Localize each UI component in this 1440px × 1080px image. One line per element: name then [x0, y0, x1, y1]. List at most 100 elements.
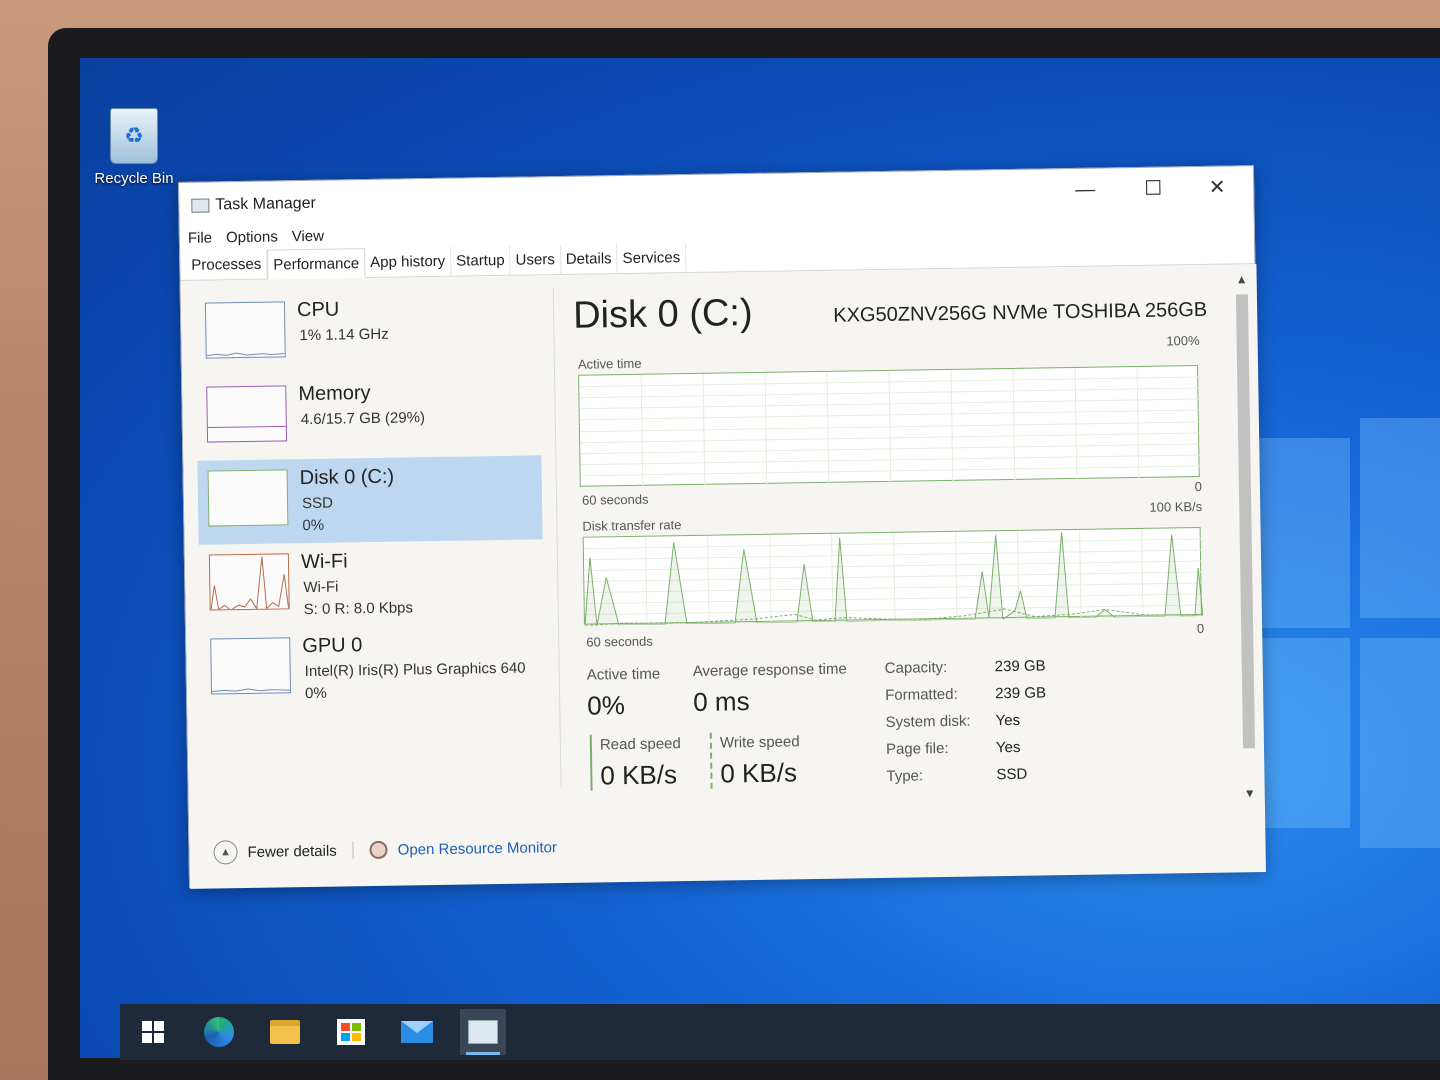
sidebar-item-cpu[interactable]: CPU 1% 1.14 GHz [195, 287, 540, 376]
menu-view[interactable]: View [292, 227, 325, 245]
taskbar [120, 1004, 1440, 1060]
menu-options[interactable]: Options [226, 228, 278, 246]
recycle-bin-label: Recycle Bin [94, 170, 174, 187]
transfer-graph-label: Disk transfer rate [582, 517, 682, 534]
tab-performance[interactable]: Performance [267, 248, 366, 280]
close-button[interactable]: ✕ [1189, 172, 1245, 203]
mail-icon [401, 1021, 433, 1043]
system-disk-label: System disk: [885, 712, 971, 731]
active-time-graph [578, 365, 1201, 487]
cpu-thumbnail-graph [204, 301, 286, 359]
scroll-up-icon[interactable]: ▲ [1233, 272, 1251, 286]
store-button[interactable] [328, 1009, 374, 1055]
sidebar-item-detail: Wi-Fi [303, 578, 339, 597]
write-speed-label: Write speed [719, 733, 800, 752]
scrollbar-thumb[interactable] [1235, 294, 1256, 749]
type-value: SSD [996, 765, 1028, 784]
chevron-up-icon[interactable]: ▲ [213, 840, 238, 865]
read-speed-divider [589, 734, 593, 791]
file-explorer-icon [270, 1020, 300, 1044]
page-file-label: Page file: [885, 739, 949, 758]
transfer-graph-max: 100 KB/s [1149, 498, 1203, 515]
tab-startup[interactable]: Startup [451, 245, 511, 276]
active-time-graph-max: 100% [1166, 332, 1200, 349]
avg-response-value: 0 ms [692, 686, 750, 717]
active-time-graph-span: 60 seconds [581, 491, 649, 508]
minimize-button[interactable]: — [1057, 174, 1113, 205]
fewer-details-link[interactable]: Fewer details [247, 842, 336, 860]
tab-details[interactable]: Details [560, 244, 618, 274]
active-time-label: Active time [586, 665, 661, 684]
vertical-scrollbar[interactable]: ▲ ▼ [1233, 272, 1259, 800]
sidebar-item-usage: 0% [302, 516, 325, 535]
scroll-down-icon[interactable]: ▼ [1241, 786, 1259, 800]
sidebar-item-label: Disk 0 (C:) [299, 465, 395, 490]
active-time-value: 0% [587, 690, 626, 721]
edge-icon [204, 1017, 234, 1047]
sidebar-item-detail: 1% 1.14 GHz [299, 325, 389, 345]
footer: ▲ Fewer details Open Resource Monitor [213, 835, 557, 865]
sidebar-item-detail: SSD [301, 494, 334, 513]
sidebar-item-label: Memory [298, 382, 371, 406]
wifi-thumbnail-graph [208, 553, 290, 611]
active-time-graph-label: Active time [577, 355, 642, 372]
task-manager-icon [468, 1020, 498, 1044]
sidebar-item-rate: S: 0 R: 8.0 Kbps [303, 599, 414, 619]
write-speed-value: 0 KB/s [720, 757, 798, 789]
type-label: Type: [886, 767, 924, 785]
active-time-grid [579, 366, 1201, 487]
capacity-label: Capacity: [884, 658, 948, 677]
sidebar-item-usage: 0% [304, 684, 327, 703]
sidebar-item-detail: Intel(R) Iris(R) Plus Graphics 640 [304, 659, 526, 681]
recycle-bin-icon [110, 108, 158, 164]
read-speed-value: 0 KB/s [600, 759, 678, 791]
gpu-thumbnail-graph [210, 637, 292, 695]
transfer-graph-span: 60 seconds [586, 633, 653, 650]
recycle-bin[interactable]: Recycle Bin [92, 108, 176, 187]
tab-app-history[interactable]: App history [364, 246, 452, 278]
write-speed-divider [709, 732, 713, 789]
system-disk-value: Yes [995, 711, 1021, 730]
wallpaper-logo [1240, 418, 1440, 858]
start-button[interactable] [130, 1009, 176, 1055]
sidebar-item-disk[interactable]: Disk 0 (C:) SSD 0% [197, 455, 543, 545]
avg-response-label: Average response time [692, 660, 847, 680]
sidebar-item-wifi[interactable]: Wi-Fi Wi-Fi S: 0 R: 8.0 Kbps [199, 539, 544, 628]
edge-button[interactable] [196, 1009, 242, 1055]
disk-thumbnail-graph [207, 469, 289, 527]
disk-detail-panel: Disk 0 (C:) KXG50ZNV256G NVMe TOSHIBA 25… [573, 265, 1222, 835]
sidebar-item-label: GPU 0 [302, 634, 363, 658]
formatted-label: Formatted: [885, 685, 958, 704]
formatted-value: 239 GB [995, 684, 1047, 703]
mail-button[interactable] [394, 1009, 440, 1055]
menu-file[interactable]: File [188, 229, 212, 246]
maximize-button[interactable]: ☐ [1125, 173, 1181, 204]
tab-services[interactable]: Services [617, 243, 687, 274]
resource-monitor-icon [369, 840, 388, 860]
sidebar-item-label: CPU [296, 298, 340, 322]
performance-content: CPU 1% 1.14 GHz Memory 4.6/15.7 GB (29%)… [180, 264, 1266, 889]
start-icon [142, 1021, 164, 1043]
sidebar-item-gpu[interactable]: GPU 0 Intel(R) Iris(R) Plus Graphics 640… [200, 623, 545, 712]
sidebar-item-detail: 4.6/15.7 GB (29%) [300, 409, 426, 429]
sidebar-item-label: Wi-Fi [300, 550, 348, 574]
store-icon [337, 1019, 365, 1045]
transfer-rate-graph [582, 526, 1203, 626]
task-manager-taskbar-button[interactable] [460, 1009, 506, 1055]
memory-thumbnail-graph [206, 385, 288, 443]
open-resource-monitor-link[interactable]: Open Resource Monitor [398, 839, 557, 858]
window-title: Task Manager [215, 194, 316, 214]
disk-title: Disk 0 (C:) [572, 291, 753, 337]
tab-processes[interactable]: Processes [186, 249, 268, 280]
sidebar-item-memory[interactable]: Memory 4.6/15.7 GB (29%) [196, 371, 541, 460]
resource-list: CPU 1% 1.14 GHz Memory 4.6/15.7 GB (29%)… [195, 287, 546, 712]
tab-users[interactable]: Users [510, 244, 561, 275]
transfer-rate-plot [583, 528, 1203, 626]
panel-divider[interactable] [552, 287, 562, 788]
active-time-graph-min: 0 [1194, 478, 1203, 495]
footer-divider [352, 841, 354, 860]
disk-model: KXG50ZNV256G NVMe TOSHIBA 256GB [833, 298, 1208, 327]
read-speed-label: Read speed [599, 735, 681, 754]
file-explorer-button[interactable] [262, 1009, 308, 1055]
transfer-graph-min: 0 [1196, 620, 1205, 637]
